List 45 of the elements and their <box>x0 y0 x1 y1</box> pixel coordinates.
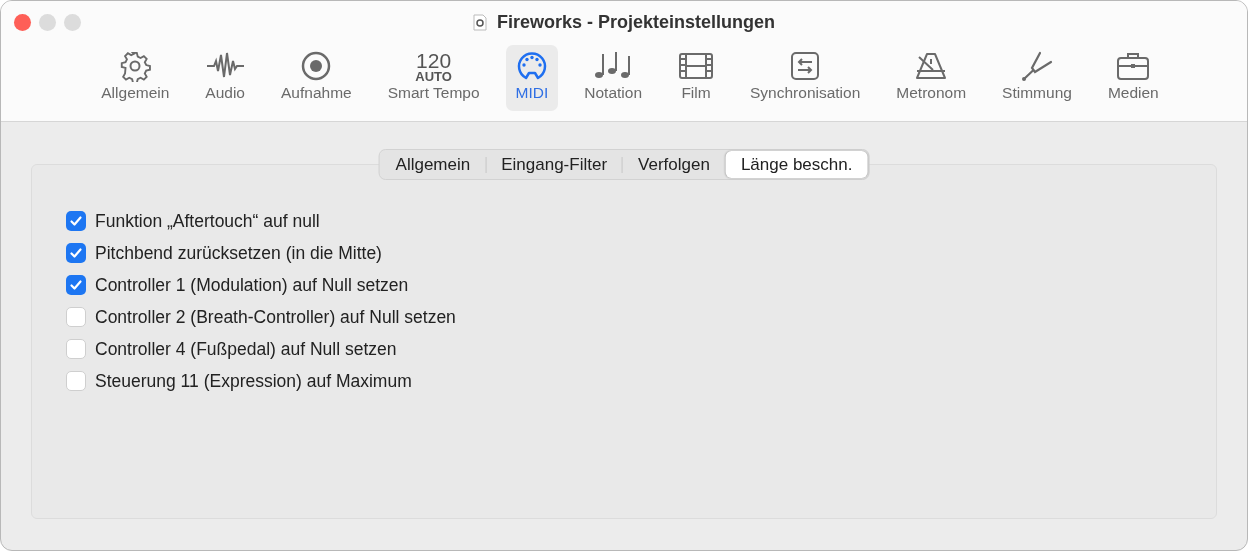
tab[interactable]: Verfolgen <box>623 151 725 178</box>
toolbar-button[interactable]: Stimmung <box>992 45 1082 111</box>
toolbar-button[interactable]: Film <box>668 45 724 111</box>
toolbar-button[interactable]: Synchronisation <box>740 45 871 111</box>
tempo-mode: AUTO <box>415 69 452 83</box>
film-strip-icon <box>678 51 714 81</box>
close-button[interactable] <box>14 14 31 31</box>
toolbar-button[interactable]: Metronom <box>886 45 977 111</box>
toolbar-button[interactable]: Aufnahme <box>271 45 362 111</box>
toolbar-button[interactable]: Notation <box>574 45 652 111</box>
toolbar-button[interactable]: Audio <box>195 45 255 111</box>
checkbox-label: Funktion „Aftertouch“ auf null <box>95 209 320 233</box>
checkmark-icon <box>69 214 83 228</box>
checkbox-label: Steuerung 11 (Expression) auf Maximum <box>95 369 412 393</box>
window-title: Fireworks - Projekteinstellungen <box>496 10 776 34</box>
toolbar-button[interactable]: Medien <box>1097 45 1169 111</box>
sync-arrows-icon <box>790 51 821 81</box>
checkbox[interactable] <box>66 243 86 263</box>
checkbox[interactable] <box>66 275 86 295</box>
checkbox[interactable] <box>66 211 86 231</box>
checkbox[interactable] <box>66 339 86 359</box>
tab[interactable]: Länge beschn. <box>725 151 868 178</box>
toolbar-button[interactable]: MIDI <box>505 45 559 111</box>
checkbox-label: Controller 2 (Breath-Controller) auf Null setzen <box>95 305 456 329</box>
checkmark-icon <box>69 246 83 260</box>
tab[interactable]: Allgemein <box>380 151 486 178</box>
toolbar-button[interactable]: Allgemein <box>91 45 180 111</box>
checkbox[interactable] <box>66 371 86 391</box>
tab[interactable]: Eingang-Filter <box>486 151 623 178</box>
checkbox-label: Controller 4 (Fußpedal) auf Null setzen <box>95 337 397 361</box>
tuning-fork-icon <box>1020 50 1054 82</box>
record-icon <box>300 50 333 82</box>
checkbox-label: Pitchbend zurücksetzen (in die Mitte) <box>95 241 382 265</box>
zoom-button[interactable] <box>64 14 81 31</box>
gear-icon <box>118 50 153 82</box>
document-icon <box>472 13 487 31</box>
checkmark-icon <box>69 278 83 292</box>
tempo-value: 120 <box>416 49 452 71</box>
checkbox[interactable] <box>66 307 86 327</box>
checkbox-label: Controller 1 (Modulation) auf Null setzen <box>95 273 409 297</box>
toolbar-button[interactable]: 120 AUTO Smart Tempo <box>377 45 490 111</box>
minimize-button[interactable] <box>39 14 56 31</box>
briefcase-icon <box>1116 51 1151 81</box>
midi-connector-icon <box>515 50 548 82</box>
metronome-icon <box>914 51 949 81</box>
